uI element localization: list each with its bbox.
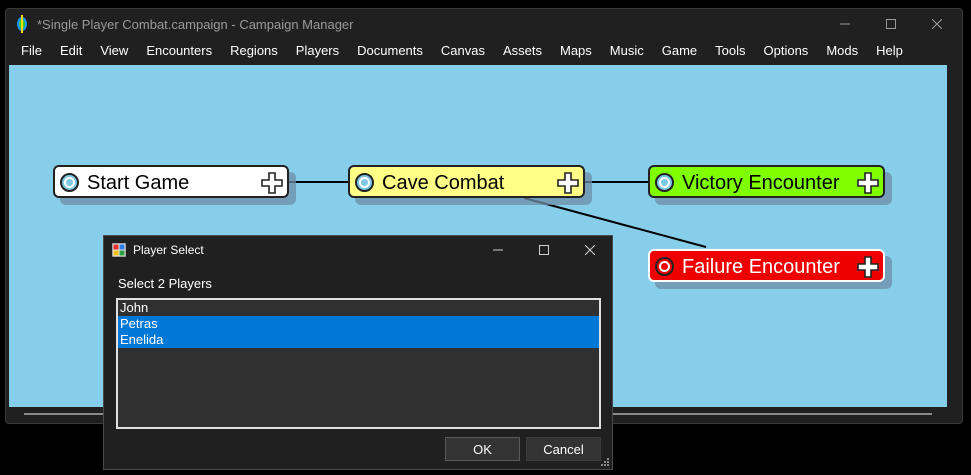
- menu-help[interactable]: Help: [867, 39, 912, 63]
- app-icon: [17, 15, 27, 33]
- menu-maps[interactable]: Maps: [551, 39, 601, 63]
- dialog-close-button[interactable]: [567, 236, 613, 264]
- title-bar[interactable]: *Single Player Combat.campaign - Campaig…: [6, 9, 962, 39]
- list-item[interactable]: John: [118, 300, 599, 316]
- node-label: Start Game: [87, 172, 190, 194]
- ok-button[interactable]: OK: [445, 437, 520, 461]
- menu-view[interactable]: View: [91, 39, 137, 63]
- menu-tools[interactable]: Tools: [706, 39, 754, 63]
- node-label: Victory Encounter: [682, 172, 840, 194]
- close-icon: [585, 245, 595, 255]
- plus-icon[interactable]: [557, 172, 579, 194]
- node-label: Cave Combat: [382, 172, 505, 194]
- menu-assets[interactable]: Assets: [494, 39, 551, 63]
- cancel-button[interactable]: Cancel: [526, 437, 601, 461]
- menu-mods[interactable]: Mods: [817, 39, 867, 63]
- resize-grip-icon[interactable]: [600, 457, 610, 467]
- node-connector-icon[interactable]: [655, 173, 674, 192]
- node-connector-icon[interactable]: [60, 173, 79, 192]
- plus-icon[interactable]: [261, 172, 283, 194]
- menu-edit[interactable]: Edit: [51, 39, 91, 63]
- window-title: *Single Player Combat.campaign - Campaig…: [37, 17, 354, 32]
- dialog-maximize-button[interactable]: [521, 236, 567, 264]
- list-item[interactable]: Enelida: [118, 332, 599, 348]
- list-item[interactable]: Petras: [118, 316, 599, 332]
- node-connector-icon[interactable]: [355, 173, 374, 192]
- maximize-icon: [886, 19, 896, 29]
- minimize-icon: [493, 249, 503, 251]
- plus-icon[interactable]: [857, 172, 879, 194]
- node-victory-encounter[interactable]: Victory Encounter: [648, 165, 885, 198]
- node-failure-encounter[interactable]: Failure Encounter: [648, 249, 885, 282]
- maximize-button[interactable]: [868, 9, 914, 39]
- node-connector-icon[interactable]: [655, 257, 674, 276]
- dialog-prompt: Select 2 Players: [118, 276, 212, 291]
- menu-documents[interactable]: Documents: [348, 39, 432, 63]
- menu-file[interactable]: File: [12, 39, 51, 63]
- plus-icon[interactable]: [857, 256, 879, 278]
- menu-players[interactable]: Players: [287, 39, 348, 63]
- maximize-icon: [539, 245, 549, 255]
- player-select-dialog: Player Select Select 2 Players John Petr…: [103, 235, 613, 470]
- scrollbar-corner: [947, 65, 962, 421]
- dialog-title: Player Select: [133, 243, 204, 257]
- dialog-app-icon: [112, 243, 126, 257]
- menu-encounters[interactable]: Encounters: [137, 39, 221, 63]
- dialog-title-bar[interactable]: Player Select: [104, 236, 612, 264]
- menu-music[interactable]: Music: [601, 39, 653, 63]
- minimize-icon: [840, 23, 850, 25]
- close-button[interactable]: [914, 9, 960, 39]
- menu-bar: File Edit View Encounters Regions Player…: [6, 39, 962, 63]
- close-icon: [932, 19, 942, 29]
- node-start-game[interactable]: Start Game: [53, 165, 289, 198]
- menu-game[interactable]: Game: [653, 39, 706, 63]
- dialog-minimize-button[interactable]: [475, 236, 521, 264]
- menu-canvas[interactable]: Canvas: [432, 39, 494, 63]
- menu-options[interactable]: Options: [755, 39, 818, 63]
- node-label: Failure Encounter: [682, 256, 840, 278]
- player-listbox[interactable]: John Petras Enelida: [116, 298, 601, 429]
- node-cave-combat[interactable]: Cave Combat: [348, 165, 585, 198]
- menu-regions[interactable]: Regions: [221, 39, 287, 63]
- minimize-button[interactable]: [822, 9, 868, 39]
